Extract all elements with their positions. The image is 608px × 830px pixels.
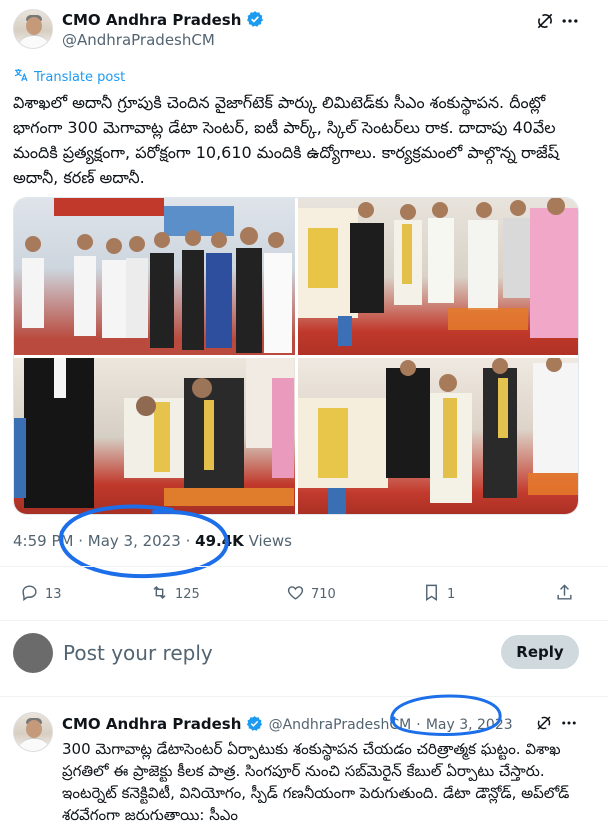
reply-input[interactable]: Post your reply xyxy=(63,641,213,665)
verified-badge-icon xyxy=(246,715,263,736)
translate-label[interactable]: Translate post xyxy=(34,70,125,85)
reply-submit-button[interactable]: Reply xyxy=(501,635,579,669)
more-icon[interactable] xyxy=(560,714,578,736)
like-button[interactable]: 710 xyxy=(286,583,336,606)
reply-date[interactable]: May 3, 2023 xyxy=(426,717,513,733)
meta-separator: · xyxy=(185,532,196,550)
reply-icon xyxy=(20,583,39,606)
divider xyxy=(0,620,608,621)
like-count: 710 xyxy=(311,587,336,602)
photo-2[interactable] xyxy=(298,198,578,355)
tweet-date[interactable]: May 3, 2023 xyxy=(88,532,181,550)
more-icon[interactable] xyxy=(560,11,580,35)
bookmark-count: 1 xyxy=(447,587,456,602)
reply-author-handle[interactable]: @AndhraPradeshCM xyxy=(269,717,412,733)
divider xyxy=(0,566,608,567)
media-grid[interactable] xyxy=(13,197,579,515)
tweet-time[interactable]: 4:59 PM xyxy=(13,532,73,550)
meta-separator: · xyxy=(78,532,88,550)
current-user-avatar[interactable] xyxy=(13,633,53,673)
photo-1[interactable] xyxy=(14,198,295,355)
divider xyxy=(0,696,608,697)
repost-icon xyxy=(150,583,169,606)
reply-separator: · xyxy=(416,717,421,733)
views-label: Views xyxy=(248,532,292,550)
share-icon xyxy=(555,583,574,606)
grok-icon[interactable] xyxy=(535,714,553,736)
reply-tweet-text: 300 మెగావాట్ల డేటాసెంటర్ ఏర్పాటుకు శంకుస… xyxy=(62,740,570,824)
reply-count: 13 xyxy=(45,587,62,602)
like-icon xyxy=(286,583,305,606)
bookmark-button[interactable]: 1 xyxy=(422,583,455,606)
tweet-text: విశాఖలో అదానీ గ్రూపుకి చెందిన వైజాగ్‌టెక… xyxy=(13,93,560,187)
translate-icon xyxy=(13,67,29,87)
verified-badge-icon xyxy=(246,10,264,32)
photo-3[interactable] xyxy=(14,358,295,514)
translate-post-link[interactable]: Translate post xyxy=(13,67,125,87)
author-handle[interactable]: @AndhraPradeshCM xyxy=(62,31,215,49)
share-button[interactable] xyxy=(555,583,574,606)
photo-4[interactable] xyxy=(298,358,578,514)
bookmark-icon xyxy=(422,583,441,606)
repost-button[interactable]: 125 xyxy=(150,583,200,606)
grok-icon[interactable] xyxy=(535,11,555,35)
tweet-meta: 4:59 PM · May 3, 2023 · 49.4K Views xyxy=(13,532,292,550)
author-avatar[interactable] xyxy=(13,9,53,49)
repost-count: 125 xyxy=(175,587,200,602)
reply-header: CMO Andhra Pradesh @AndhraPradeshCM · Ma… xyxy=(62,714,513,736)
author-name[interactable]: CMO Andhra Pradesh xyxy=(62,11,241,29)
reply-author-name[interactable]: CMO Andhra Pradesh xyxy=(62,715,241,733)
author-name-row[interactable]: CMO Andhra Pradesh xyxy=(62,10,264,32)
reply-button[interactable]: 13 xyxy=(20,583,62,606)
views-count: 49.4K xyxy=(195,532,244,550)
reply-author-avatar[interactable] xyxy=(13,712,53,752)
